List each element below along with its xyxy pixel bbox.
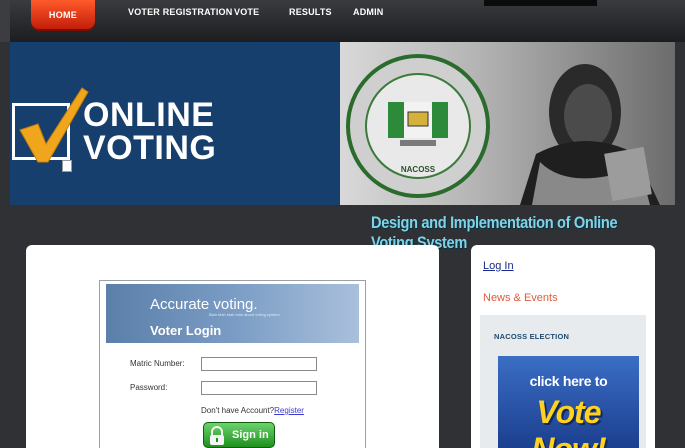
election-title: NACOSS ELECTION — [494, 332, 570, 341]
password-input[interactable] — [201, 381, 317, 395]
seal-acronym: NACOSS — [401, 165, 436, 174]
login-title: Voter Login — [150, 323, 222, 338]
nacoss-seal-photo: NACOSS — [346, 54, 660, 205]
lock-icon — [210, 426, 224, 445]
vote-banner-line1: click here to — [529, 373, 608, 389]
login-header-banner: Accurate voting. Blah blah blah blah abo… — [106, 284, 359, 343]
sign-in-button[interactable]: Sign in — [203, 422, 275, 448]
nav-vote[interactable]: VOTE — [234, 7, 259, 17]
broken-image-icon — [62, 160, 72, 172]
register-link[interactable]: Register — [274, 406, 304, 415]
vote-now-banner[interactable]: click here to Vote Now! — [498, 356, 639, 448]
banner-title-line2: VOTING — [83, 129, 217, 167]
header-banner: ONLINE VOTING NACOSS — [10, 42, 675, 205]
nav-search-strip — [484, 0, 597, 6]
no-account-text: Don't have Account?Register — [201, 406, 304, 415]
nav-results[interactable]: RESULTS — [289, 7, 332, 17]
password-label: Password: — [130, 383, 168, 392]
top-navbar: HOME VOTER REGISTRATION VOTE RESULTS ADM… — [0, 0, 685, 42]
log-in-link[interactable]: Log In — [483, 260, 514, 272]
banner-title-line1: ONLINE — [83, 96, 215, 134]
checkmark-icon — [19, 87, 89, 163]
nav-left-strip — [0, 0, 10, 42]
online-voting-logo: ONLINE VOTING — [10, 42, 340, 205]
no-account-label: Don't have Account? — [201, 406, 275, 415]
nav-voter-registration[interactable]: VOTER REGISTRATION — [128, 7, 232, 17]
matric-number-input[interactable] — [201, 357, 317, 371]
vote-banner-line2: Vote Now! — [531, 394, 606, 448]
nav-admin[interactable]: ADMIN — [353, 7, 384, 17]
banner-photo: NACOSS — [340, 42, 675, 205]
matric-number-label: Matric Number: — [130, 359, 185, 368]
login-header-tagline: Blah blah blah blah about voting system — [209, 312, 280, 317]
sign-in-label: Sign in — [232, 429, 269, 441]
news-events-heading: News & Events — [483, 292, 558, 304]
login-header-text: Accurate voting. — [150, 296, 258, 313]
nav-home-tab[interactable]: HOME — [31, 0, 95, 29]
